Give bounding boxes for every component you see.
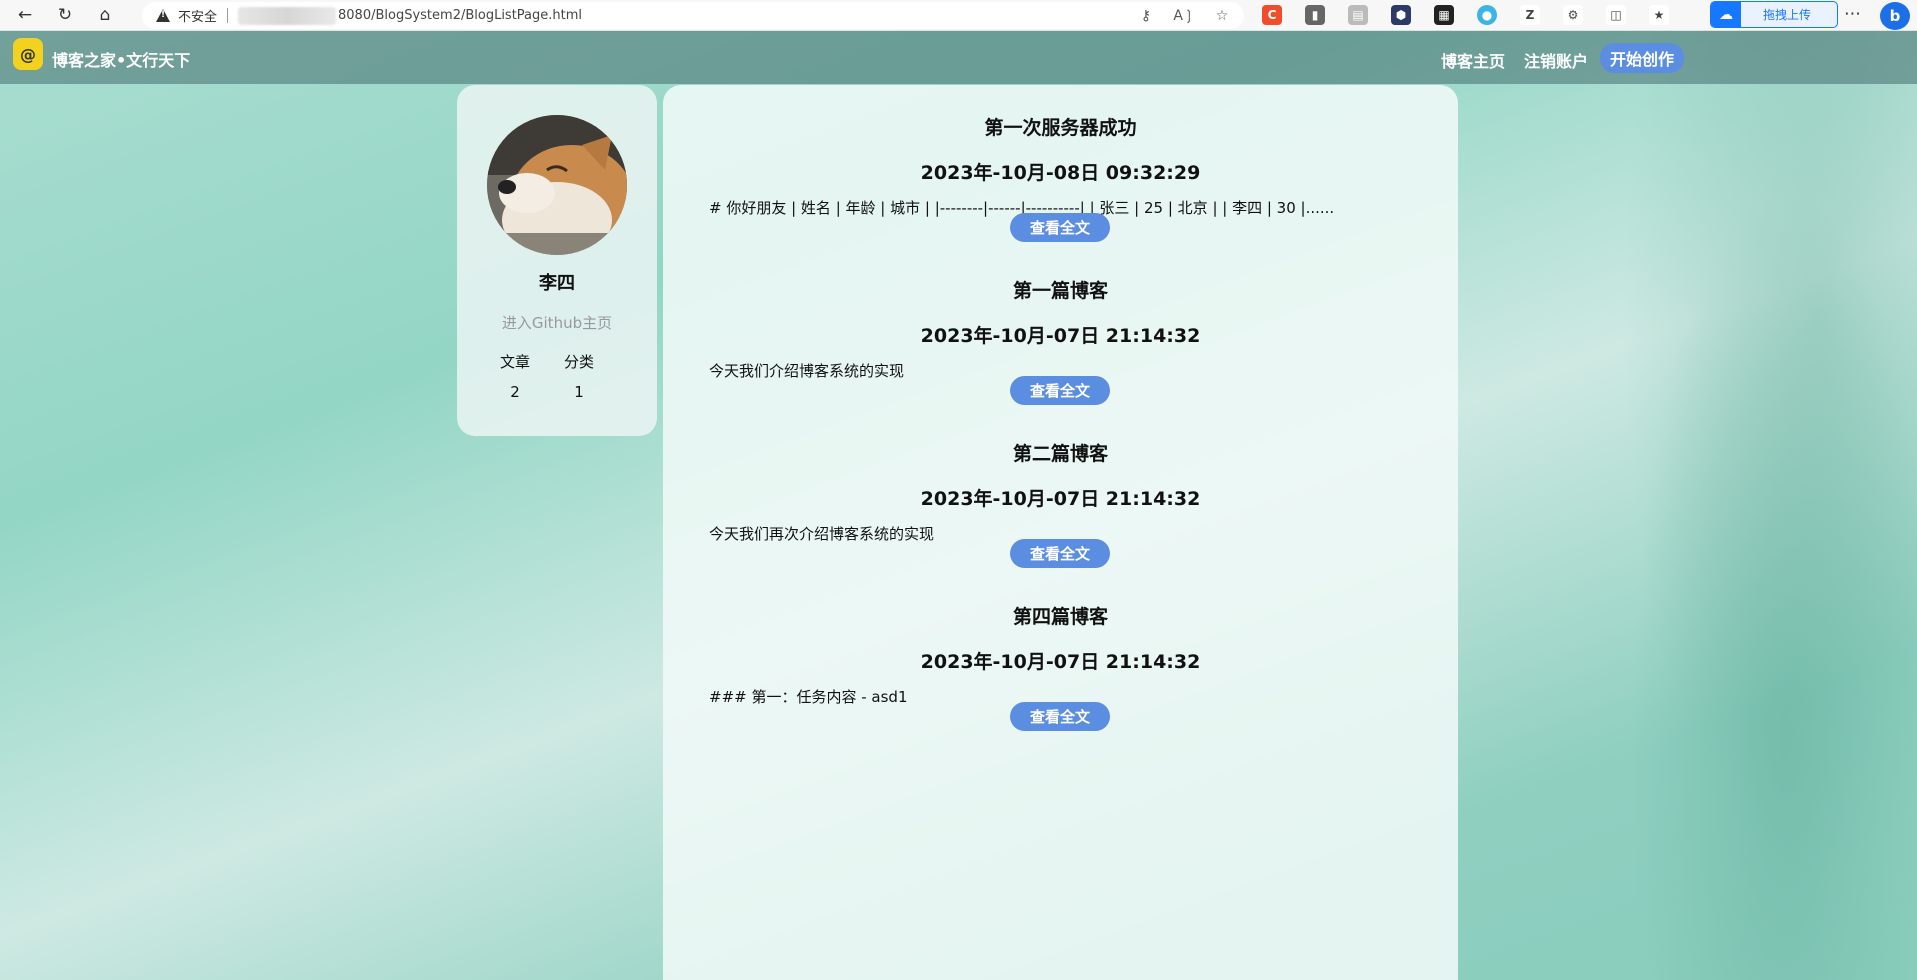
blog-title: 第一次服务器成功 [984, 117, 1137, 139]
bing-copilot-icon[interactable]: b [1880, 2, 1910, 30]
dog-avatar-image [487, 115, 627, 255]
csdn-extension-icon[interactable]: C [1262, 5, 1282, 25]
stat-articles-value: 2 [510, 383, 520, 401]
start-writing-button[interactable]: 开始创作 [1600, 43, 1685, 73]
extension-icon[interactable]: ⬢ [1391, 5, 1411, 25]
blog-desc: 今天我们介绍博客系统的实现 [709, 362, 905, 380]
read-full-button[interactable]: 查看全文 [1010, 213, 1110, 242]
blog-title: 第一篇博客 [1012, 280, 1108, 302]
stat-categories-label: 分类 [563, 353, 594, 371]
address-actions: ⚷ A❳ ☆ [1136, 6, 1232, 26]
blurred-host [238, 6, 337, 25]
extensions-row: C ▮ ▤ ⬢ ▦ ● Z ⚙ ◫ ★ [1262, 5, 1669, 25]
user-card: 李四 进入Github主页 文章 分类 2 1 [457, 85, 657, 436]
warning-icon [156, 9, 170, 22]
read-aloud-icon[interactable]: A❳ [1173, 6, 1194, 26]
site-logo-icon: @ [13, 38, 43, 70]
user-name: 李四 [539, 273, 575, 294]
extension-icon[interactable]: ● [1477, 5, 1497, 25]
favorite-star-icon[interactable]: ☆ [1212, 6, 1232, 26]
read-full-button[interactable]: 查看全文 [1010, 702, 1110, 731]
insecure-label: 不安全 [178, 10, 218, 25]
drag-upload-button[interactable]: ☁ 拖拽上传 [1710, 1, 1838, 28]
favorites-list-icon[interactable]: ★ [1649, 5, 1669, 25]
browser-toolbar: ← ↻ ⌂ 不安全 8080/BlogSystem2/BlogListPage.… [0, 0, 1917, 31]
blog-title: 第四篇博客 [1012, 606, 1108, 628]
blog-desc: ### 第一：任务内容 - asd1 [709, 688, 908, 706]
home-icon[interactable]: ⌂ [90, 2, 120, 28]
upload-label: 拖拽上传 [1763, 8, 1812, 22]
address-bar[interactable]: 不安全 8080/BlogSystem2/BlogListPage.html ⚷… [142, 2, 1244, 29]
zhihu-extension-icon[interactable]: Z [1520, 5, 1540, 25]
address-separator [227, 8, 229, 23]
read-full-button[interactable]: 查看全文 [1010, 376, 1110, 405]
refresh-icon[interactable]: ↻ [50, 2, 80, 28]
blog-list: 第一次服务器成功 2023年-10月-08日 09:32:29 # 你好朋友 |… [663, 85, 1458, 980]
blog-title: 第二篇博客 [1012, 443, 1108, 465]
extension-icon[interactable]: ▤ [1348, 5, 1368, 25]
avatar [487, 115, 627, 255]
stat-categories-value: 1 [574, 383, 584, 401]
top-navigation: @ 博客之家•文行天下 博客主页 注销账户 开始创作 [0, 31, 1917, 84]
more-menu-icon[interactable]: ⋯ [1844, 4, 1861, 24]
read-full-button[interactable]: 查看全文 [1010, 539, 1110, 568]
back-icon[interactable]: ← [10, 2, 40, 28]
extension-icon[interactable]: ▦ [1434, 5, 1454, 25]
blog-date: 2023年-10月-07日 21:14:32 [920, 325, 1201, 347]
split-screen-icon[interactable]: ◫ [1606, 5, 1626, 25]
key-icon[interactable]: ⚷ [1136, 6, 1156, 26]
extension-icon[interactable]: ▮ [1305, 5, 1325, 25]
nav-blog-home-link[interactable]: 博客主页 [1441, 48, 1505, 72]
stat-articles-label: 文章 [499, 353, 530, 371]
puzzle-extensions-icon[interactable]: ⚙ [1563, 5, 1583, 25]
blog-date: 2023年-10月-08日 09:32:29 [920, 162, 1201, 184]
github-link[interactable]: 进入Github主页 [457, 312, 657, 333]
blog-desc: 今天我们再次介绍博客系统的实现 [709, 525, 935, 543]
url-text[interactable]: 8080/BlogSystem2/BlogListPage.html [338, 8, 582, 23]
nav-logout-link[interactable]: 注销账户 [1524, 48, 1588, 72]
blog-date: 2023年-10月-07日 21:14:32 [920, 488, 1201, 510]
page-background: @ 博客之家•文行天下 博客主页 注销账户 开始创作 李四 进入Github主页… [0, 31, 1917, 980]
blog-date: 2023年-10月-07日 21:14:32 [920, 651, 1201, 673]
baidu-netdisk-icon: ☁ [1711, 2, 1741, 27]
site-title: 博客之家•文行天下 [52, 51, 191, 70]
leaf-shadow-decoration [1587, 31, 1917, 980]
